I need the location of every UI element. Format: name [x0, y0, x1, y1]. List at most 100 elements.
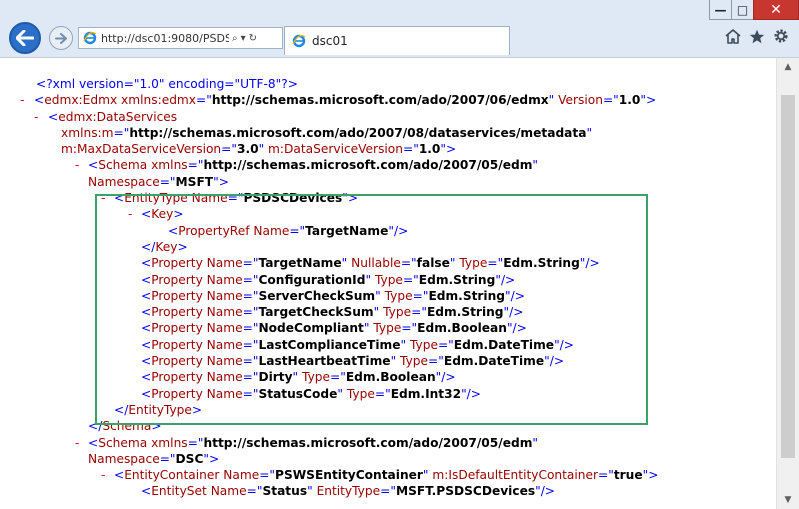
xml-line-text: <PropertyRef Name="TargetName"/> — [168, 223, 408, 239]
xml-line-text: m:MaxDataServiceVersion="3.0" m:DataServ… — [61, 141, 456, 157]
collapse-toggle[interactable]: - — [101, 467, 105, 483]
xml-token: =" — [242, 386, 259, 401]
xml-token: " — [292, 370, 303, 385]
collapse-toggle[interactable]: - — [75, 157, 79, 173]
xml-token: xmlns:edmx — [121, 93, 197, 108]
xml-token: " — [373, 305, 384, 320]
xml-token: " — [258, 142, 269, 157]
collapse-toggle[interactable]: - — [20, 92, 24, 108]
xml-token: > — [177, 239, 188, 254]
xml-line: <Property Name="NodeCompliant" Type="Edm… — [0, 320, 776, 336]
favorites-star-icon[interactable] — [749, 29, 765, 44]
xml-line: - <Key> — [0, 206, 776, 222]
collapse-toggle[interactable]: - — [101, 190, 105, 206]
xml-line-text: <Property Name="ConfigurationId" Type="E… — [141, 272, 515, 288]
xml-token: Edm.Int32 — [390, 386, 462, 401]
address-url[interactable]: http://dsc01:9080/PSDS — [101, 32, 229, 45]
xml-token: " — [363, 321, 374, 336]
xml-line: - <Schema xmlns="http://schemas.microsoft… — [0, 435, 776, 451]
xml-token: < — [141, 288, 152, 303]
xml-token: Edm.String — [428, 288, 506, 303]
xml-token: EntityType — [128, 402, 192, 417]
xml-token: Namespace — [88, 174, 160, 189]
xml-token: Type — [384, 288, 413, 303]
xml-token: Name — [206, 305, 243, 320]
xml-token: < — [141, 207, 152, 222]
xml-token: "/> — [579, 256, 600, 271]
xml-token: Key — [151, 207, 174, 222]
xml-token: =" — [437, 337, 454, 352]
refresh-icon[interactable]: ↻ — [249, 33, 257, 44]
xml-line-text: <Property Name="NodeCompliant" Type="Edm… — [141, 320, 527, 336]
xml-line: </Key> — [0, 239, 776, 255]
collapse-toggle[interactable]: - — [75, 435, 79, 451]
vertical-scrollbar[interactable]: ▲ ▼ — [776, 58, 799, 509]
xml-token: =" — [242, 354, 259, 369]
xml-line: <Property Name="ConfigurationId" Type="E… — [0, 272, 776, 288]
address-bar[interactable]: http://dsc01:9080/PSDS ⌕ ▾ ↻ — [78, 27, 283, 49]
forward-button[interactable] — [49, 26, 73, 50]
xml-token: Schema — [98, 435, 152, 450]
minimize-button[interactable]: — — [709, 0, 731, 20]
xml-token: " — [532, 435, 538, 450]
xml-token: Edm.Boolean — [345, 370, 436, 385]
xml-line: </EntityType> — [0, 402, 776, 418]
scrollbar-thumb[interactable] — [781, 95, 795, 458]
xml-token: "/> — [544, 354, 565, 369]
xml-token: < — [141, 272, 152, 287]
xml-token: Edm.String — [503, 256, 580, 271]
xml-token: Property — [151, 288, 207, 303]
xml-line-text: </EntityType> — [114, 402, 202, 418]
xml-token: "> — [640, 93, 657, 108]
xml-token: =" — [289, 223, 306, 238]
home-icon[interactable] — [725, 28, 741, 44]
xml-line-text: </Schema> — [88, 418, 162, 434]
xml-token: " — [375, 288, 385, 303]
xml-token: Version — [558, 93, 603, 108]
chevron-down-icon[interactable]: ▾ — [241, 33, 246, 44]
xml-token: " — [400, 337, 410, 352]
xml-line-text: <EntitySet Name="Status" EntityType="MSF… — [141, 483, 555, 499]
xml-token: EntityType — [316, 484, 381, 499]
tab-dsc01[interactable]: dsc01 — [284, 26, 510, 55]
xml-token: < — [141, 256, 152, 271]
xml-token: Property — [151, 305, 207, 320]
close-button[interactable]: ✕ — [753, 0, 799, 20]
xml-line-text: xmlns:m="http://schemas.microsoft.com/ad… — [61, 125, 592, 141]
xml-line: m:MaxDataServiceVersion="3.0" m:DataServ… — [0, 141, 776, 157]
xml-line: - <Schema xmlns="http://schemas.microsoft… — [0, 157, 776, 173]
xml-token: Nullable — [351, 256, 401, 271]
xml-token: m:IsDefaultEntityContainer — [432, 468, 598, 483]
xml-token: =" — [402, 272, 419, 287]
xml-token: "/> — [461, 386, 482, 401]
back-button[interactable] — [9, 22, 41, 54]
scroll-down-icon[interactable]: ▼ — [777, 491, 799, 509]
scroll-up-icon[interactable]: ▲ — [777, 58, 799, 76]
xml-token: Type — [346, 386, 375, 401]
xml-token: Property — [151, 256, 207, 271]
xml-token: < — [48, 109, 59, 124]
xml-token: Type — [383, 305, 412, 320]
maximize-button[interactable]: □ — [731, 0, 753, 20]
xml-token: " — [449, 256, 460, 271]
xml-token: Property — [151, 386, 207, 401]
xml-token: " — [548, 93, 559, 108]
xml-token: " — [390, 354, 401, 369]
xml-token: < — [114, 468, 125, 483]
settings-gear-icon[interactable] — [773, 28, 789, 44]
forward-arrow-icon — [55, 32, 67, 44]
xml-line: <Property Name="StatusCode" Type="Edm.In… — [0, 386, 776, 402]
xml-token: =" — [242, 370, 259, 385]
xml-line-text: <Property Name="ServerCheckSum" Type="Ed… — [141, 288, 525, 304]
window-controls: — □ ✕ — [709, 0, 799, 20]
collapse-toggle[interactable]: - — [34, 109, 38, 125]
search-icon[interactable]: ⌕ — [232, 33, 238, 44]
xml-line-text: <EntityContainer Name="PSWSEntityContain… — [114, 467, 658, 483]
xml-token: "> — [213, 174, 229, 189]
xml-line-text: <Property Name="StatusCode" Type="Edm.In… — [141, 386, 481, 402]
collapse-toggle[interactable]: - — [128, 206, 132, 222]
xml-token: Status — [262, 484, 308, 499]
xml-token: xmlns — [151, 435, 188, 450]
tab-title: dsc01 — [312, 34, 348, 48]
xml-line-text: <EntityType Name="PSDSCDevices"> — [114, 190, 358, 206]
